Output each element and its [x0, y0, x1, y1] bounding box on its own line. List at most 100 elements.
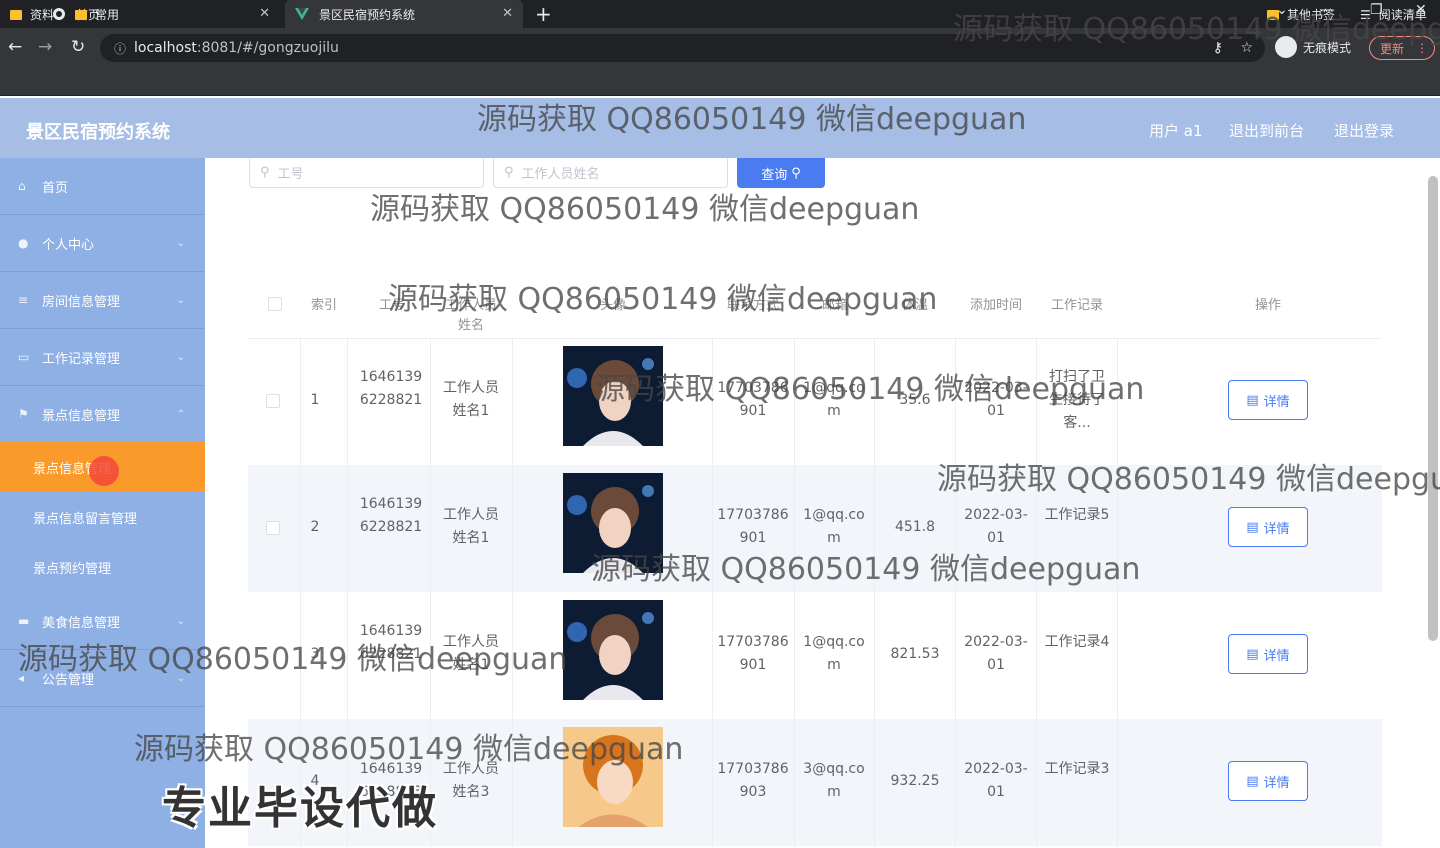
- detail-label: 详情: [1263, 775, 1290, 791]
- cell-staff-id: 16461396228821: [359, 496, 423, 535]
- home-icon: ⌂: [18, 179, 26, 193]
- search-icon: ⚲: [260, 165, 270, 180]
- tab-title: 景区民宿预约系统: [319, 7, 416, 22]
- watermark-text: 源码获取 QQ86050149 微信deepguan: [134, 732, 684, 767]
- scrollbar[interactable]: [1428, 176, 1438, 641]
- briefcase-icon: ▭: [18, 350, 30, 364]
- sidebar-item-label: 美食信息管理: [42, 615, 121, 631]
- row-checkbox[interactable]: [266, 521, 280, 535]
- detail-button[interactable]: ▤ 详情: [1228, 507, 1308, 547]
- detail-button[interactable]: ▤ 详情: [1228, 380, 1308, 420]
- sidebar-item-rooms[interactable]: ≡ 房间信息管理 ⌄: [0, 272, 205, 329]
- column-divider: [1117, 338, 1118, 848]
- select-all-checkbox[interactable]: [268, 297, 282, 311]
- new-tab-button[interactable]: +: [535, 2, 552, 26]
- sidebar-item-label: 个人中心: [42, 237, 95, 253]
- column-header: 添加时间: [969, 298, 1022, 313]
- placeholder-text: 工作人员姓名: [521, 167, 600, 182]
- sidebar-item-label: 景点信息留言管理: [33, 511, 138, 527]
- chevron-down-icon: ⌄: [176, 615, 185, 627]
- document-icon: ▤: [1246, 646, 1259, 662]
- cell-email: 1@qq.com: [803, 634, 865, 673]
- browser-tab-active[interactable]: 景区民宿预约系统 ✕: [285, 0, 523, 28]
- sidebar-item-label: 首页: [42, 180, 69, 196]
- close-tab-icon[interactable]: ✕: [502, 6, 513, 21]
- sidebar-item-work-records[interactable]: ▭ 工作记录管理 ⌄: [0, 329, 205, 386]
- user-label: 用户 a1: [1149, 122, 1203, 140]
- cell-temperature: 451.8: [894, 519, 936, 535]
- folder-icon: [75, 9, 87, 20]
- sidebar-item-home[interactable]: ⌂ 首页: [0, 158, 205, 215]
- cell-phone: 17703786903: [717, 761, 789, 800]
- cell-index: 2: [310, 519, 320, 535]
- forward-icon[interactable]: →: [38, 37, 52, 57]
- app-brand: 景区民宿预约系统: [26, 122, 170, 143]
- chevron-down-icon: ⌄: [176, 351, 185, 363]
- column-divider: [712, 338, 713, 848]
- food-icon: ▬: [18, 614, 30, 628]
- url-host: localhost: [134, 40, 197, 56]
- query-label: 查询: [761, 167, 788, 183]
- vue-logo-icon: [295, 7, 309, 21]
- detail-label: 详情: [1263, 394, 1290, 410]
- bookmarks-bar: [0, 68, 1440, 96]
- document-icon: ▤: [1246, 773, 1259, 789]
- cell-added-time: 2022-03-01: [964, 761, 1028, 800]
- column-divider: [955, 338, 956, 848]
- column-divider: [1036, 338, 1037, 848]
- document-icon: ▤: [1246, 392, 1259, 408]
- back-icon[interactable]: ←: [8, 37, 22, 57]
- close-tab-icon[interactable]: ✕: [259, 6, 270, 21]
- globe-icon: [52, 7, 66, 21]
- search-icon: ⚲: [504, 165, 514, 180]
- column-divider: [794, 338, 795, 848]
- folder-icon: [10, 9, 22, 20]
- cell-temperature: 932.25: [890, 773, 940, 789]
- cell-work-record: 工作记录4: [1044, 634, 1110, 650]
- bookmark-label: 常用: [95, 8, 120, 22]
- cell-work-record: 工作记录5: [1044, 507, 1110, 523]
- watermark-text: 源码获取 QQ86050149 微信deepguan: [595, 372, 1145, 407]
- back-to-front-link[interactable]: 退出到前台: [1229, 120, 1304, 141]
- sidebar-subitem-attraction-booking[interactable]: 景点预约管理: [0, 542, 205, 592]
- user-icon: ●: [18, 236, 29, 250]
- column-header: 工作记录: [1050, 298, 1103, 313]
- logout-link[interactable]: 退出登录: [1334, 120, 1394, 141]
- bookmark-label: 资料: [30, 8, 55, 22]
- reload-icon[interactable]: ↻: [71, 37, 85, 57]
- row-checkbox[interactable]: [266, 394, 280, 408]
- bookmark-folder[interactable]: 常用: [75, 6, 119, 23]
- chevron-down-icon: ⌄: [176, 237, 185, 249]
- chevron-down-icon: ⌄: [176, 294, 185, 306]
- url-path: :8081/#/gongzuojilu: [196, 40, 339, 56]
- cell-index: 1: [310, 392, 320, 408]
- watermark-text: 源码获取 QQ86050149 微信deepguan: [953, 12, 1440, 47]
- cell-staff-id: 16461396228821: [359, 369, 423, 408]
- placeholder-text: 工号: [277, 167, 304, 182]
- watermark-text: 源码获取 QQ86050149 微信deepguan: [388, 282, 938, 317]
- detail-button[interactable]: ▤ 详情: [1228, 761, 1308, 801]
- sidebar-item-label: 工作记录管理: [42, 351, 121, 367]
- cell-temperature: 821.53: [890, 646, 940, 662]
- cell-email: 3@qq.com: [803, 761, 865, 800]
- document-icon: ▤: [1246, 519, 1259, 535]
- cell-added-time: 2022-03-01: [964, 634, 1028, 673]
- detail-button[interactable]: ▤ 详情: [1228, 634, 1308, 674]
- sidebar-item-profile[interactable]: ● 个人中心 ⌄: [0, 215, 205, 272]
- column-header: 操作: [1254, 298, 1281, 313]
- sidebar-item-attractions[interactable]: ⚑ 景点信息管理 ⌃: [0, 386, 205, 443]
- flag-icon: ⚑: [18, 407, 29, 421]
- watermark-text: 源码获取 QQ86050149 微信deepguan: [370, 192, 920, 227]
- cell-staff-name: 工作人员姓名1: [443, 380, 499, 419]
- detail-label: 详情: [1263, 648, 1290, 664]
- list-icon: ≡: [18, 293, 29, 307]
- bookmark-folder[interactable]: 资料: [10, 6, 54, 23]
- sidebar-item-label: 景点信息管理: [42, 408, 121, 424]
- promo-banner: 专业毕设代做: [162, 783, 438, 834]
- avatar-image: [563, 600, 663, 700]
- sidebar-item-label: 景点预约管理: [33, 561, 112, 577]
- sidebar-subitem-attraction-comments[interactable]: 景点信息留言管理: [0, 492, 205, 542]
- watermark-text: 源码获取 QQ86050149 微信deepguan: [937, 462, 1440, 497]
- detail-label: 详情: [1263, 521, 1290, 537]
- cell-phone: 17703786901: [717, 634, 789, 673]
